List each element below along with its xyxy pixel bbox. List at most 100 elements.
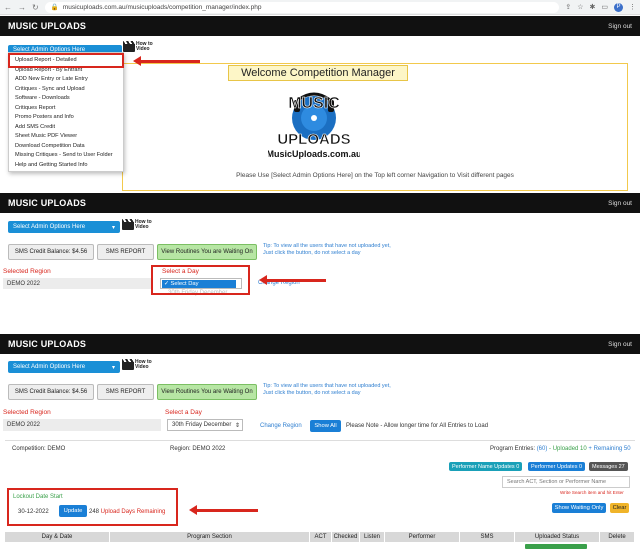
star-icon[interactable]: ☆ xyxy=(577,3,583,11)
annotation-arrow-1 xyxy=(133,56,200,66)
select-day-dropdown-3[interactable]: 30th Friday December ⇕ xyxy=(167,419,243,431)
region-label: Region: DEMO 2022 xyxy=(170,446,226,452)
status-badge xyxy=(525,544,587,549)
th-sms: SMS xyxy=(460,532,515,542)
menu-item-critiques-sync[interactable]: Critiques - Sync and Upload xyxy=(9,85,123,95)
share-icon[interactable]: ⇪ xyxy=(565,3,571,11)
program-entries: Program Entries: (60) - Uploaded 10 + Re… xyxy=(490,446,631,452)
menu-item-software-downloads[interactable]: Software - Downloads xyxy=(9,94,123,104)
extensions-icon[interactable]: ✱ xyxy=(590,3,596,11)
competition-label: Competition: DEMO xyxy=(12,446,66,452)
view-routines-button-3[interactable]: View Routines You are Waiting On xyxy=(157,384,257,400)
admin-options-select-2[interactable]: Select Admin Options Here ▾ xyxy=(8,221,120,233)
forward-icon[interactable]: → xyxy=(18,3,26,12)
select-day-value: 30th Friday December xyxy=(172,422,232,428)
select-day-label-3: Select a Day xyxy=(165,409,202,416)
th-performer: Performer xyxy=(385,532,460,542)
show-waiting-only-button[interactable]: Show Waiting Only xyxy=(552,503,606,513)
profile-avatar[interactable]: P xyxy=(614,2,623,12)
search-hint: Write Search item and hit Enter xyxy=(560,490,624,495)
back-icon[interactable]: ← xyxy=(4,3,12,12)
reload-icon[interactable]: ↻ xyxy=(32,3,39,12)
region-field: DEMO 2022 xyxy=(3,278,153,289)
clear-button[interactable]: Clear xyxy=(610,503,629,513)
region-field-3: DEMO 2022 xyxy=(3,419,161,431)
th-uploaded-status: Uploaded Status xyxy=(515,532,600,542)
th-act: ACT xyxy=(310,532,332,542)
brand-title-2: MUSIC UPLOADS xyxy=(8,198,87,208)
admin-options-label-2: Select Admin Options Here xyxy=(13,224,86,230)
sms-credit-balance-3: SMS Credit Balance: $4.56 xyxy=(8,384,94,400)
howto-line2-3: Video xyxy=(135,363,149,370)
admin-options-dropdown: Upload Report - Detailed Upload Report -… xyxy=(8,52,124,172)
performer-name-updates-button[interactable]: Performer Name Updates 0 xyxy=(449,462,523,471)
app-header: MUSIC UPLOADS Sign out xyxy=(0,16,640,36)
menu-item-promo-posters[interactable]: Promo Posters and Info xyxy=(9,113,123,123)
welcome-title: Welcome Competition Manager xyxy=(228,65,408,81)
load-note: Please Note - Allow longer time for All … xyxy=(346,423,489,429)
logo-text-domain: MusicUploads.com.au xyxy=(268,149,360,159)
signout-link-2[interactable]: Sign out xyxy=(608,200,632,207)
menu-item-missing-critiques[interactable]: Missing Critiques - Send to User Folder xyxy=(9,151,123,161)
url-text: musicuploads.com.au/musicuploads/competi… xyxy=(62,3,262,11)
sidepanel-icon[interactable]: ▭ xyxy=(601,3,608,11)
selected-region-label: Selected Region xyxy=(3,268,51,275)
how-to-video-link-2[interactable]: How to Video xyxy=(122,219,152,230)
howto-line2-2: Video xyxy=(135,223,149,230)
lock-icon: 🔒 xyxy=(50,4,59,11)
annotation-arrow-2 xyxy=(259,275,326,285)
th-checked: Checked xyxy=(332,532,360,542)
menu-icon[interactable]: ⋮ xyxy=(629,3,636,11)
entries-total: (60) xyxy=(536,446,548,452)
app-header-2: MUSIC UPLOADS Sign out xyxy=(0,193,640,213)
menu-item-add-sms-credit[interactable]: Add SMS Credit xyxy=(9,123,123,133)
menu-item-critiques-report[interactable]: Critiques Report xyxy=(9,104,123,114)
browser-toolbar: ← → ↻ 🔒 musicuploads.com.au/musicuploads… xyxy=(0,0,640,15)
chevron-updown-icon: ⇕ xyxy=(234,422,240,429)
tip-text: Tip: To view all the users that have not… xyxy=(263,243,391,256)
music-uploads-logo: MUSIC UPLOADS MusicUploads.com.au xyxy=(268,92,360,159)
sms-report-button[interactable]: SMS REPORT xyxy=(97,244,154,260)
th-day-date: Day & Date xyxy=(5,532,110,542)
chevron-down-icon-3: ▾ xyxy=(111,364,115,371)
clapperboard-icon-2 xyxy=(122,219,134,230)
app-header-3: MUSIC UPLOADS Sign out xyxy=(0,334,640,354)
signout-link[interactable]: Sign out xyxy=(608,23,632,30)
how-to-video-link-3[interactable]: How to Video xyxy=(122,359,152,370)
entries-remaining: + Remaining 50 xyxy=(586,446,631,452)
performer-updates-button[interactable]: Performer Updates 0 xyxy=(528,462,586,471)
messages-button[interactable]: Messages 27 xyxy=(589,462,628,471)
admin-options-label-3: Select Admin Options Here xyxy=(13,364,86,370)
logo-text-uploads: UPLOADS xyxy=(277,131,350,148)
signout-link-3[interactable]: Sign out xyxy=(608,341,632,348)
view-routines-button[interactable]: View Routines You are Waiting On xyxy=(157,244,257,260)
howto-line2: Video xyxy=(136,45,150,52)
selected-region-label-3: Selected Region xyxy=(3,409,51,416)
how-to-video-link[interactable]: How to Video xyxy=(123,41,153,52)
highlight-box-upload-report xyxy=(8,53,124,68)
logo-text-music: MUSIC xyxy=(288,95,340,112)
search-input[interactable]: Search ACT, Section or Performer Name xyxy=(502,476,630,488)
menu-item-sheet-music-viewer[interactable]: Sheet Music PDF Viewer xyxy=(9,132,123,142)
menu-item-download-competition-data[interactable]: Download Competition Data xyxy=(9,142,123,152)
highlight-box-lockout xyxy=(7,488,178,526)
brand-title: MUSIC UPLOADS xyxy=(8,21,87,31)
annotation-arrow-3 xyxy=(189,505,258,515)
entries-prefix: Program Entries: xyxy=(490,446,537,452)
admin-options-select-3[interactable]: Select Admin Options Here ▾ xyxy=(8,361,120,373)
sms-report-button-3[interactable]: SMS REPORT xyxy=(97,384,154,400)
menu-item-help[interactable]: Help and Getting Started Info xyxy=(9,161,123,171)
tip-text-3: Tip: To view all the users that have not… xyxy=(263,383,391,396)
show-all-button[interactable]: Show All xyxy=(310,420,341,432)
chevron-down-icon: ▾ xyxy=(111,224,115,231)
menu-item-add-new-entry[interactable]: ADD New Entry or Late Entry xyxy=(9,75,123,85)
th-delete: Delete xyxy=(600,532,635,542)
clapperboard-icon-3 xyxy=(122,359,134,370)
th-program-section: Program Section xyxy=(110,532,310,542)
address-bar[interactable]: 🔒 musicuploads.com.au/musicuploads/compe… xyxy=(44,1,560,13)
th-listen: Listen xyxy=(360,532,385,542)
instruction-text: Please Use [Select Admin Options Here] o… xyxy=(236,172,514,179)
entries-uploaded: - Uploaded 10 xyxy=(547,446,587,452)
change-region-link[interactable]: Change Region xyxy=(260,423,302,429)
sms-credit-balance: SMS Credit Balance: $4.56 xyxy=(8,244,94,260)
